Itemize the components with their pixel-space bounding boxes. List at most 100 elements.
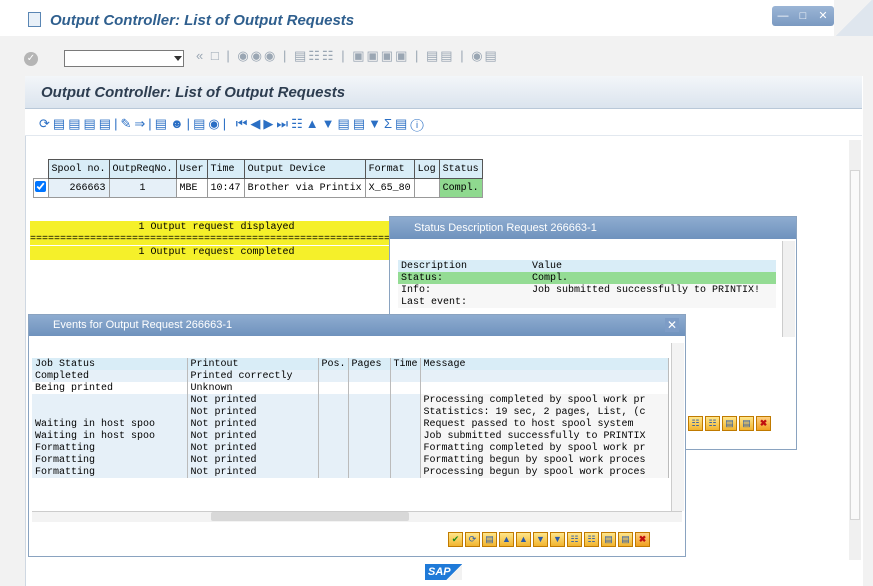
cancel-icon[interactable]: ◉ — [264, 48, 277, 63]
find-icon-2[interactable]: ☷ — [291, 116, 306, 131]
cell-spool[interactable]: 266663 — [47, 178, 110, 198]
col-message[interactable]: Message — [420, 358, 669, 370]
new-session-icon[interactable]: ▤ — [426, 48, 440, 63]
top-icon[interactable]: ▲ — [499, 532, 514, 547]
change-icon[interactable]: ✎ — [120, 116, 134, 131]
table-row[interactable]: Formatting Not printed Formatting begun by… — [32, 454, 669, 466]
page-up-icon[interactable]: ▲ — [516, 532, 531, 547]
delete-icon[interactable]: ▤ — [84, 116, 99, 131]
bottom-icon[interactable]: ▼ — [550, 532, 565, 547]
table-row[interactable]: Not printed Statistics: 19 sec, 2 pages, … — [32, 406, 669, 418]
col-time[interactable]: Time — [390, 358, 421, 370]
command-field[interactable] — [64, 50, 184, 67]
col-time[interactable]: Time — [206, 159, 245, 179]
cell-status[interactable]: Compl. — [438, 178, 483, 198]
exit-icon[interactable]: ◉ — [251, 48, 264, 63]
close-icon[interactable]: ✖ — [635, 532, 650, 547]
find-next-icon[interactable]: ☷ — [584, 532, 599, 547]
print-icon[interactable]: ▤ — [294, 48, 308, 63]
col-job-status[interactable]: Job Status — [32, 358, 188, 370]
table-row[interactable]: Formatting Not printed Processing begun by… — [32, 466, 669, 478]
first-page-icon[interactable]: ▣ — [352, 48, 366, 63]
deselect-icon[interactable]: ▤ — [353, 116, 368, 131]
back-nav-icon[interactable]: ◉ — [237, 48, 250, 63]
sort-desc-icon[interactable]: ▼ — [322, 116, 338, 131]
totals-icon[interactable]: Σ — [384, 116, 395, 131]
col-format[interactable]: Format — [364, 159, 415, 179]
main-scroll-thumb[interactable] — [850, 170, 860, 520]
layout-change-icon[interactable]: ▤ — [395, 116, 410, 131]
check-icon[interactable]: ✔ — [448, 532, 463, 547]
close-icon[interactable]: ✖ — [756, 416, 771, 431]
col-pos[interactable]: Pos. — [318, 358, 349, 370]
col-printout[interactable]: Printout — [187, 358, 319, 370]
close-window-icon[interactable]: ✕ — [814, 9, 832, 23]
status-dialog-title[interactable]: Status Description Request 266663-1 — [390, 217, 796, 239]
refresh-icon[interactable]: ⟳ — [39, 116, 53, 131]
prev-page-icon[interactable]: ▣ — [366, 48, 380, 63]
sort-asc-icon[interactable]: ▲ — [306, 116, 322, 131]
next-page-icon[interactable]: ▣ — [381, 48, 395, 63]
page-down-icon[interactable]: ▼ — [533, 532, 548, 547]
table-row[interactable]: 266663 1 MBE 10:47 Brother via Printix X… — [33, 178, 483, 198]
print-icon[interactable]: ▤ — [722, 416, 737, 431]
print-directly-icon[interactable]: ▤ — [53, 116, 68, 131]
display-icon[interactable]: ▤ — [99, 116, 114, 131]
col-device[interactable]: Output Device — [243, 159, 366, 179]
maximize-icon[interactable]: □ — [794, 9, 812, 23]
table-row[interactable]: Not printed Processing completed by spool… — [32, 394, 669, 406]
events-dialog-title[interactable]: Events for Output Request 266663-1 — [29, 315, 685, 336]
table-row[interactable]: Waiting in host spoo Not printed Job submi… — [32, 430, 669, 442]
status-vertical-scrollbar[interactable] — [782, 241, 795, 337]
col-req[interactable]: OutpReqNo. — [108, 159, 177, 179]
find-next-icon[interactable]: ☷ — [322, 48, 336, 63]
events-vertical-scrollbar[interactable] — [671, 343, 684, 511]
filter-icon[interactable]: ▼ — [368, 116, 384, 131]
window-menu-icon[interactable] — [28, 12, 41, 27]
refresh-icon[interactable]: ⟳ — [465, 532, 480, 547]
save-icon[interactable]: □ — [211, 48, 221, 63]
events-horizontal-thumb[interactable] — [211, 512, 409, 521]
minimize-icon[interactable]: — — [774, 9, 792, 23]
find-next-icon[interactable]: ☷ — [705, 416, 720, 431]
row-checkbox-input[interactable] — [35, 180, 46, 192]
command-dropdown-icon[interactable] — [174, 56, 182, 61]
attributes-icon[interactable]: ▤ — [193, 116, 208, 131]
printer-icon[interactable]: ▤ — [155, 116, 170, 131]
table-row[interactable]: Waiting in host spoo Not printed Request p… — [32, 418, 669, 430]
col-user[interactable]: User — [175, 159, 208, 179]
previous-icon[interactable]: ◀ — [250, 116, 263, 131]
first-icon[interactable]: ⏮ — [236, 116, 251, 131]
last-page-icon[interactable]: ▣ — [395, 48, 409, 63]
delete-icon[interactable]: ▤ — [482, 532, 497, 547]
find-icon[interactable]: ☷ — [688, 416, 703, 431]
binoculars-icon[interactable]: ☷ — [567, 532, 582, 547]
table-row[interactable]: Being printed Unknown — [32, 382, 669, 394]
back-icon[interactable]: « — [196, 48, 205, 63]
row-checkbox[interactable] — [33, 178, 49, 198]
printer-icon[interactable]: ▤ — [601, 532, 616, 547]
select-icon[interactable]: ▤ — [338, 116, 353, 131]
help-icon[interactable]: ◉ — [471, 48, 484, 63]
user-icon[interactable]: ☻ — [170, 116, 187, 131]
forward-icon[interactable]: ⇒ — [134, 116, 148, 131]
shortcut-icon[interactable]: ▤ — [440, 48, 454, 63]
cell-req[interactable]: 1 — [108, 178, 177, 198]
table-row[interactable]: Completed Printed correctly — [32, 370, 669, 382]
last-icon[interactable]: ⏭ — [276, 116, 291, 131]
enter-check-icon[interactable]: ✓ — [24, 52, 38, 66]
export-icon[interactable]: ▤ — [618, 532, 633, 547]
col-log[interactable]: Log — [413, 159, 440, 179]
layout-icon[interactable]: ▤ — [485, 48, 499, 63]
col-status[interactable]: Status — [438, 159, 483, 179]
col-spool[interactable]: Spool no. — [47, 159, 110, 179]
table-row[interactable]: Formatting Not printed Formatting complete… — [32, 442, 669, 454]
events-close-icon[interactable]: ✕ — [665, 318, 679, 332]
info-icon[interactable]: ⓘ — [410, 116, 426, 131]
print-with-changes-icon[interactable]: ▤ — [68, 116, 83, 131]
export-icon[interactable]: ▤ — [739, 416, 754, 431]
col-pages[interactable]: Pages — [348, 358, 391, 370]
status-icon[interactable]: ◉ — [208, 116, 222, 131]
find-icon[interactable]: ☷ — [308, 48, 322, 63]
next-icon[interactable]: ▶ — [263, 116, 276, 131]
